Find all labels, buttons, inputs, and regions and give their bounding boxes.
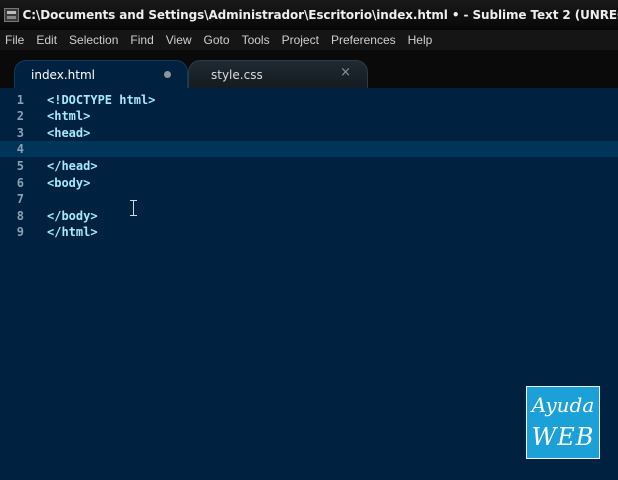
tab-index-html[interactable]: index.html: [14, 60, 188, 88]
menu-edit[interactable]: Edit: [36, 33, 57, 47]
line-number: 8: [16, 209, 24, 223]
menu-help[interactable]: Help: [408, 33, 433, 47]
line-code: <head>: [47, 126, 91, 140]
line-number: 9: [16, 225, 24, 239]
menu-tools[interactable]: Tools: [242, 33, 270, 47]
code-line: 6 <body>: [0, 175, 618, 191]
menu-find[interactable]: Find: [130, 33, 153, 47]
tab-label: style.css: [211, 67, 263, 82]
line-number: 7: [16, 192, 24, 206]
code-line: 8 </body>: [0, 208, 618, 224]
line-code: </body>: [47, 209, 98, 223]
window-title: C:\Documents and Settings\Administrador\…: [22, 8, 618, 22]
line-code: <!DOCTYPE html>: [47, 93, 156, 107]
ayuda-web-logo: Ayuda WEB: [526, 386, 600, 459]
line-number: 2: [16, 109, 24, 123]
menu-view[interactable]: View: [166, 33, 192, 47]
code-line: 9 </html>: [0, 224, 618, 240]
code-line: 3 <head>: [0, 125, 618, 141]
line-code: <html>: [47, 109, 91, 123]
unsaved-dot-icon[interactable]: [164, 71, 171, 78]
tab-style-css[interactable]: style.css ×: [188, 60, 368, 88]
code-line: 7: [0, 191, 618, 207]
tab-bar: style.css × index.html: [0, 50, 618, 88]
code-line-current: 4: [0, 141, 618, 157]
text-cursor-icon: [129, 200, 138, 216]
menu-goto[interactable]: Goto: [204, 33, 230, 47]
tab-label: index.html: [31, 67, 95, 82]
logo-text-line1: Ayuda: [531, 393, 595, 417]
menu-file[interactable]: File: [5, 33, 24, 47]
close-icon[interactable]: ×: [340, 66, 351, 80]
code-line: 5 </head>: [0, 158, 618, 174]
menu-bar: File Edit Selection Find View Goto Tools…: [0, 30, 618, 50]
line-code: <body>: [47, 176, 91, 190]
line-number: 3: [16, 126, 24, 140]
line-code: </head>: [47, 159, 98, 173]
line-number: 6: [16, 176, 24, 190]
line-code: </html>: [47, 225, 98, 239]
menu-selection[interactable]: Selection: [69, 33, 118, 47]
line-number: 1: [16, 93, 24, 107]
sublime-app-icon[interactable]: [4, 8, 19, 22]
title-bar: C:\Documents and Settings\Administrador\…: [0, 0, 618, 30]
line-number: 5: [16, 159, 24, 173]
code-line: 1 <!DOCTYPE html>: [0, 92, 618, 108]
logo-text-line2: WEB: [531, 423, 595, 451]
menu-project[interactable]: Project: [282, 33, 319, 47]
code-line: 2 <html>: [0, 108, 618, 124]
menu-preferences[interactable]: Preferences: [331, 33, 396, 47]
line-number: 4: [16, 142, 24, 156]
